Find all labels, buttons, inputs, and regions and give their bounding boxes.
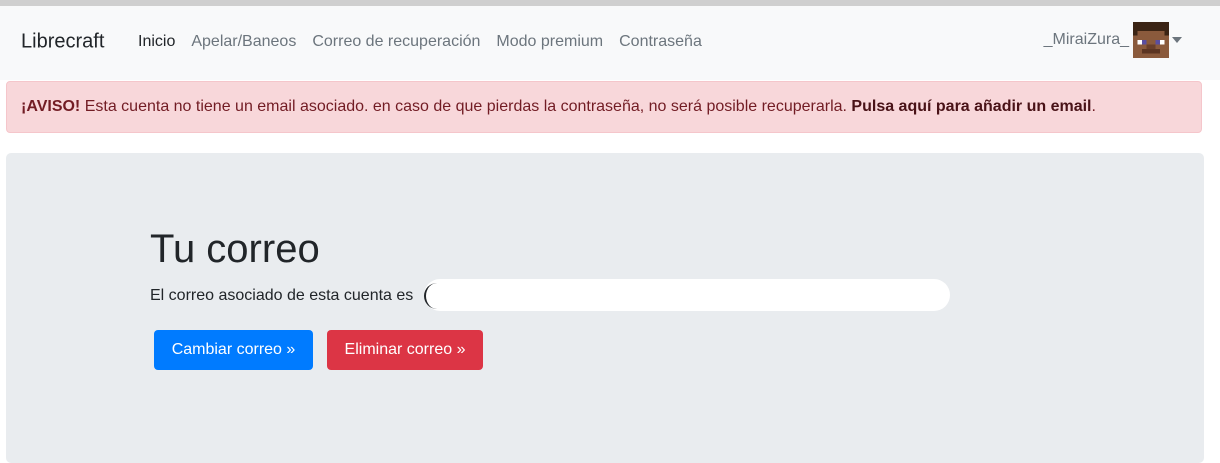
alert-strong-label: ¡AVISO! — [21, 98, 81, 115]
nav-link-modo-premium[interactable]: Modo premium — [496, 33, 603, 51]
nav-link-correo-recuperacion[interactable]: Correo de recuperación — [312, 33, 480, 51]
minecraft-skin-head-icon — [1133, 22, 1169, 58]
nav-link-inicio[interactable]: Inicio — [138, 33, 175, 51]
redacted-email-value — [424, 279, 950, 311]
email-description: El correo asociado de esta cuenta es — [150, 287, 414, 304]
navbar: Librecraft Inicio Apelar/Baneos Correo d… — [0, 6, 1220, 80]
user-dropdown-toggle[interactable]: _MiraiZura_ — [1044, 22, 1182, 58]
brand-logo-link[interactable]: Librecraft — [21, 31, 104, 54]
username-label: _MiraiZura_ — [1043, 31, 1129, 48]
page-title: Tu correo — [150, 227, 320, 271]
nav-link-contrasena[interactable]: Contraseña — [619, 33, 702, 51]
no-email-warning-alert: ¡AVISO! Esta cuenta no tiene un email as… — [6, 81, 1202, 133]
caret-down-icon — [1172, 37, 1182, 43]
nav-links: Inicio Apelar/Baneos Correo de recuperac… — [138, 33, 718, 51]
email-jumbotron: Tu correo El correo asociado de esta cue… — [6, 153, 1204, 463]
change-email-button[interactable]: Cambiar correo » — [154, 330, 313, 370]
alert-message: Esta cuenta no tiene un email asociado. … — [80, 98, 852, 115]
nav-link-apelar-baneos[interactable]: Apelar/Baneos — [191, 33, 296, 51]
add-email-link[interactable]: Pulsa aquí para añadir un email — [851, 98, 1091, 116]
alert-end-punctuation: . — [1091, 98, 1096, 115]
redaction-edge-mark — [424, 283, 440, 309]
delete-email-button[interactable]: Eliminar correo » — [327, 330, 483, 370]
